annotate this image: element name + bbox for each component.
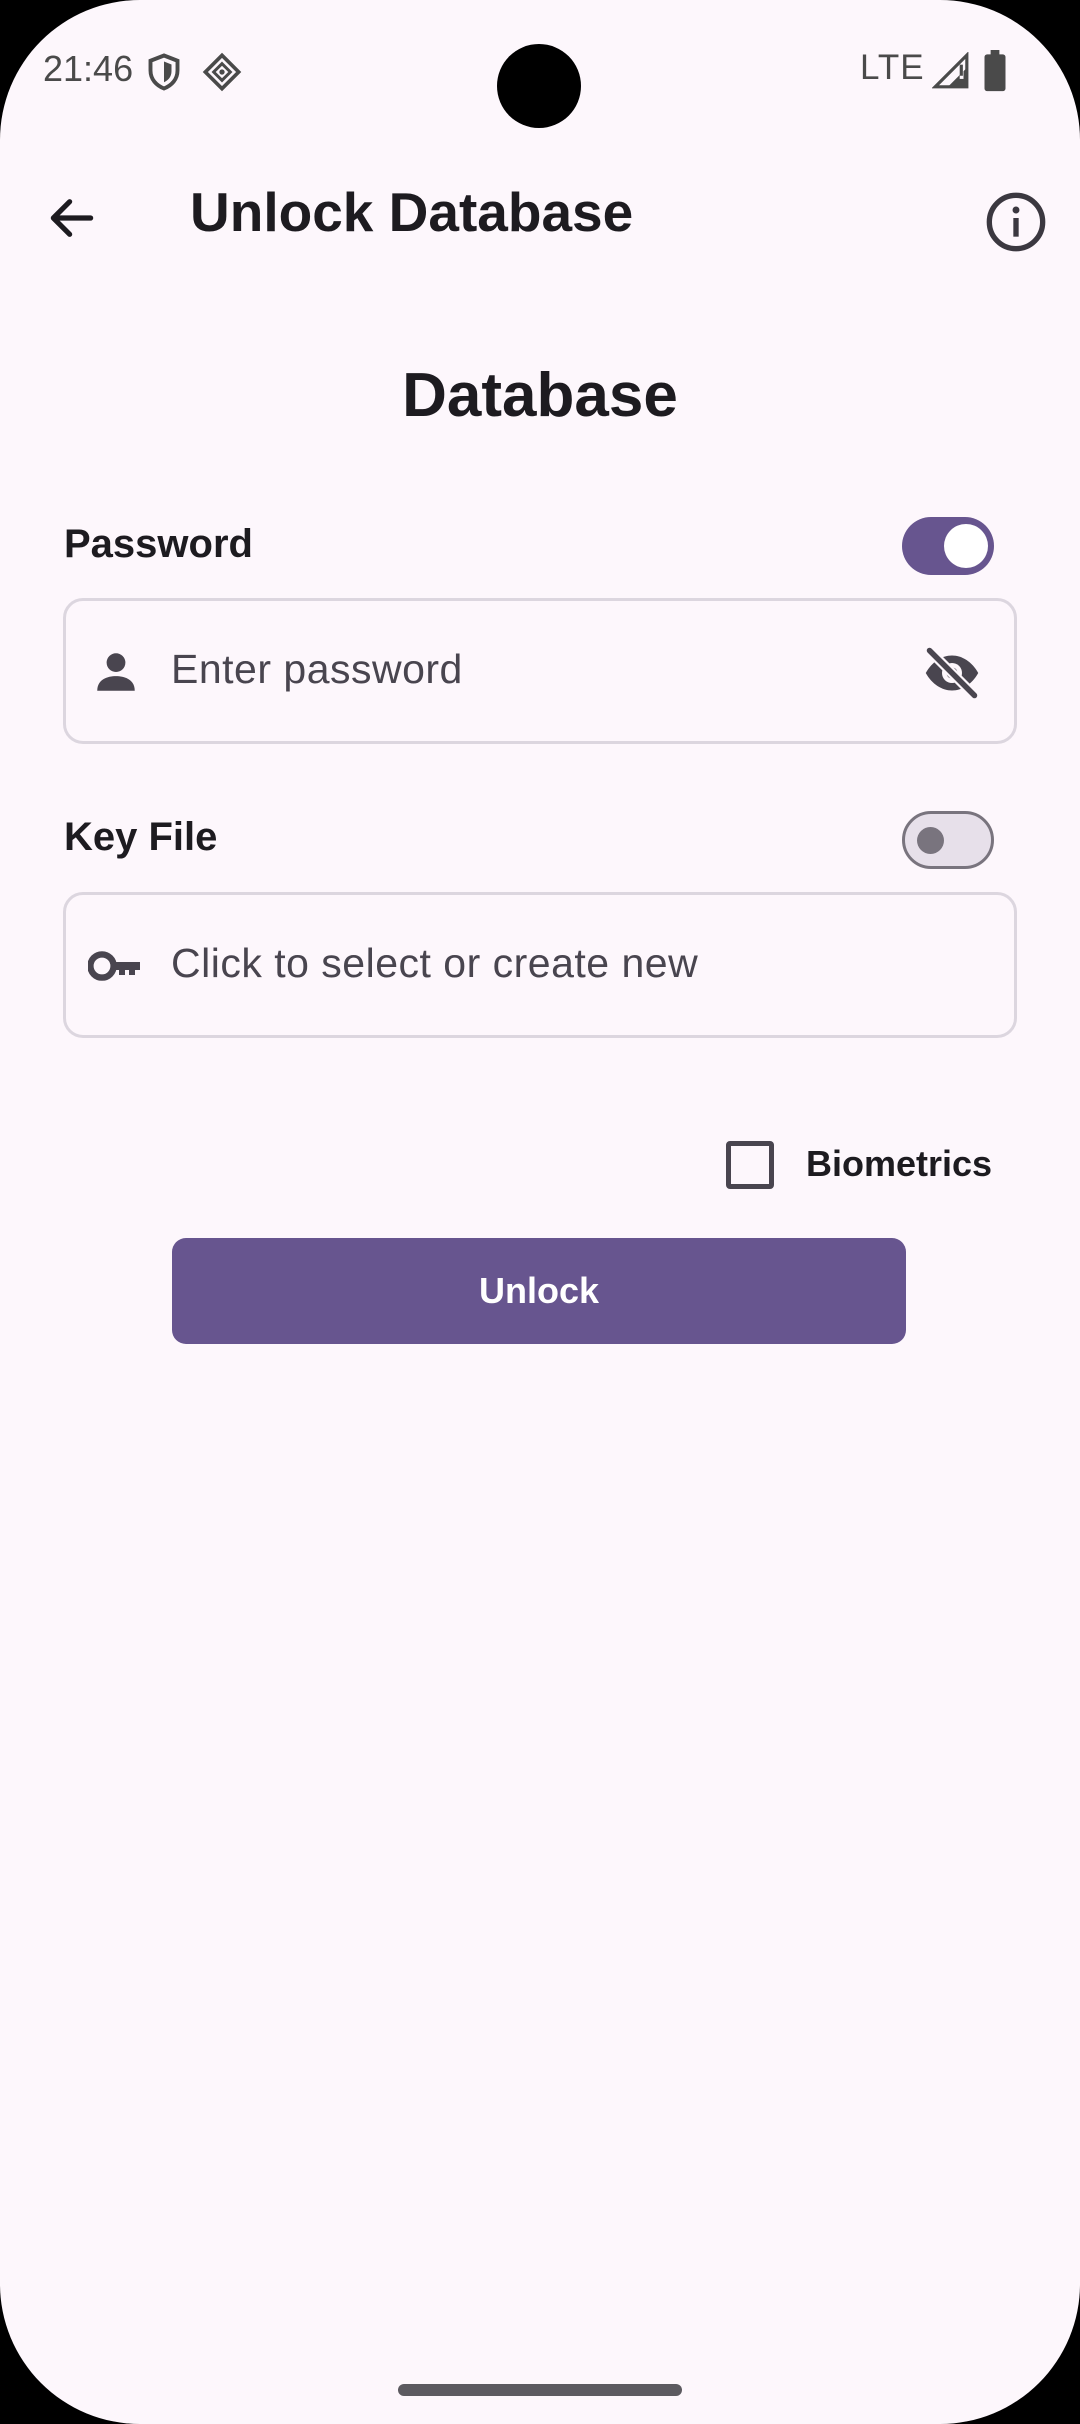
key-file-toggle[interactable] bbox=[902, 811, 994, 869]
battery-icon bbox=[984, 50, 1006, 92]
password-field[interactable]: Enter password bbox=[63, 598, 1017, 744]
person-icon bbox=[97, 653, 135, 691]
key-file-placeholder: Click to select or create new bbox=[171, 940, 699, 986]
password-toggle[interactable] bbox=[902, 517, 994, 575]
arrow-back-icon[interactable] bbox=[44, 190, 100, 246]
shield-icon bbox=[148, 53, 180, 91]
biometrics-label: Biometrics bbox=[806, 1143, 993, 1184]
key-file-label: Key File bbox=[64, 815, 218, 859]
status-time: 21:46 bbox=[43, 48, 134, 89]
home-indicator[interactable] bbox=[398, 2384, 682, 2396]
network-label: LTE bbox=[860, 48, 925, 87]
visibility-off-icon[interactable] bbox=[922, 643, 982, 703]
key-icon bbox=[88, 951, 140, 981]
password-placeholder: Enter password bbox=[171, 646, 463, 692]
camera-cutout bbox=[497, 44, 581, 128]
signal-icon bbox=[932, 52, 969, 89]
app-screen: 21:46 LTE Unlock Database Database Passw… bbox=[0, 0, 1080, 2424]
app-bar: Unlock Database bbox=[0, 170, 1080, 260]
database-heading: Database bbox=[402, 361, 678, 430]
biometrics-checkbox[interactable] bbox=[726, 1141, 774, 1189]
password-label: Password bbox=[64, 522, 253, 566]
status-bar: 21:46 LTE bbox=[0, 0, 1080, 140]
app-notification-icon bbox=[202, 52, 242, 92]
unlock-button[interactable]: Unlock bbox=[172, 1238, 906, 1344]
page-title: Unlock Database bbox=[190, 181, 634, 243]
toggle-knob bbox=[917, 827, 944, 854]
key-file-field[interactable]: Click to select or create new bbox=[63, 892, 1017, 1038]
info-icon[interactable] bbox=[984, 190, 1048, 254]
toggle-knob bbox=[944, 524, 988, 568]
